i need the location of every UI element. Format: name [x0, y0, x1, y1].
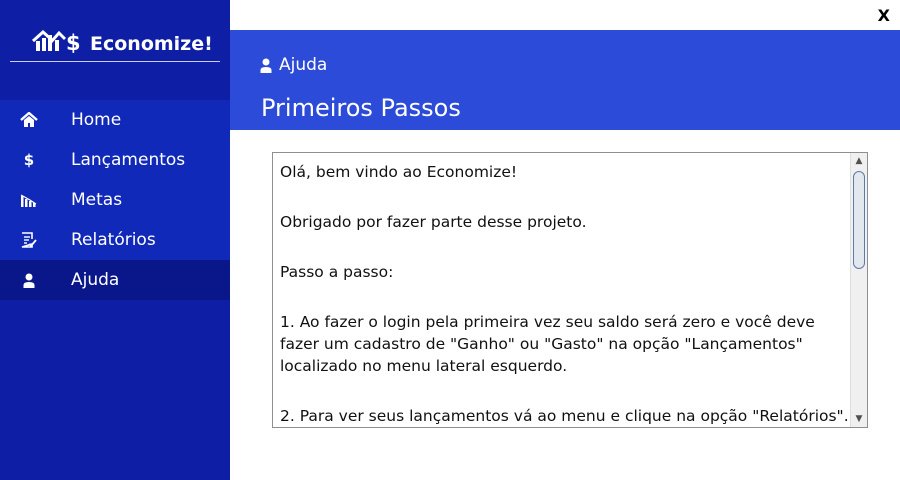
scroll-down-arrow-icon[interactable]: ▼ [851, 411, 867, 427]
home-icon [20, 112, 38, 128]
vertical-scrollbar[interactable]: ▲ ▼ [850, 153, 867, 427]
sidebar-item-label: Metas [71, 190, 123, 210]
dollar-icon: $ [23, 151, 35, 169]
user-icon [260, 58, 272, 73]
help-paragraph: Passo a passo: [280, 263, 394, 281]
bar-chart-icon [20, 192, 38, 208]
svg-text:$: $ [66, 31, 81, 54]
page-title: Primeiros Passos [261, 94, 461, 122]
report-icon [20, 232, 38, 248]
sidebar-item-label: Relatórios [71, 230, 156, 250]
help-text-area[interactable]: Olá, bem vindo ao Economize! Obrigado po… [272, 152, 868, 428]
brand: $ Economize! [10, 22, 220, 62]
help-text-content: Olá, bem vindo ao Economize! Obrigado po… [280, 161, 850, 427]
scroll-up-arrow-icon[interactable]: ▲ [851, 153, 867, 169]
breadcrumb-label: Ajuda [279, 55, 328, 75]
scrollbar-thumb[interactable] [853, 171, 865, 269]
page-header: Ajuda Primeiros Passos [230, 30, 900, 130]
close-button[interactable]: X [878, 6, 890, 25]
sidebar-item-label: Home [71, 110, 122, 130]
help-paragraph: 2. Para ver seus lançamentos vá ao menu … [280, 407, 849, 425]
sidebar-nav: Home $ Lançamentos Metas Relatórios Ajud… [0, 100, 230, 300]
sidebar-item-lancamentos[interactable]: $ Lançamentos [0, 140, 230, 180]
sidebar-item-home[interactable]: Home [0, 100, 230, 140]
breadcrumb: Ajuda [260, 55, 327, 75]
sidebar-item-label: Ajuda [71, 270, 120, 290]
sidebar-item-label: Lançamentos [71, 150, 186, 170]
sidebar-item-metas[interactable]: Metas [0, 180, 230, 220]
sidebar-item-ajuda[interactable]: Ajuda [0, 260, 230, 300]
help-paragraph: Olá, bem vindo ao Economize! [280, 163, 518, 181]
sidebar-item-relatorios[interactable]: Relatórios [0, 220, 230, 260]
user-icon [20, 272, 38, 288]
help-paragraph: 1. Ao fazer o login pela primeira vez se… [280, 313, 815, 375]
brand-name: Economize! [90, 33, 213, 55]
help-paragraph: Obrigado por fazer parte desse projeto. [280, 213, 587, 231]
house-chart-dollar-icon: $ [31, 29, 81, 54]
sidebar: $ Economize! Home $ Lançamentos Metas Re… [0, 0, 230, 480]
